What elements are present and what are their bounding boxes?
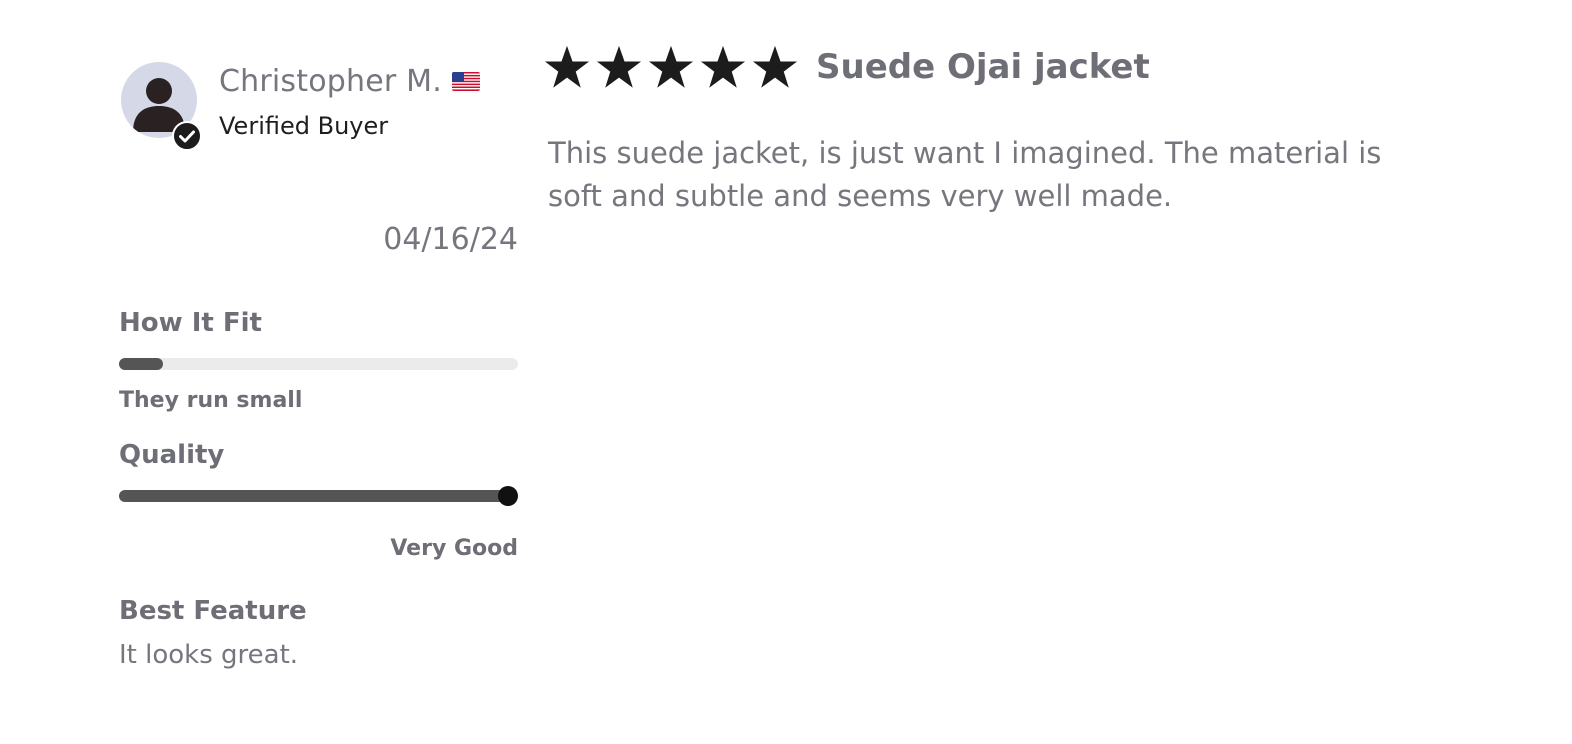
verified-buyer-label: Verified Buyer: [219, 112, 389, 140]
star-icon: [752, 45, 798, 88]
rating-row: Suede Ojai jacket: [544, 44, 1404, 90]
fit-caption: They run small: [119, 388, 303, 413]
check-circle-icon: [172, 121, 202, 151]
review-date: 04/16/24: [383, 222, 518, 257]
quality-caption: Very Good: [390, 536, 518, 561]
reviewer-name-row: Christopher M.: [219, 64, 480, 99]
quality-bar-fill: [119, 490, 512, 502]
review-body: This suede jacket, is just want I imagin…: [548, 136, 1382, 213]
star-icon: [596, 45, 642, 88]
quality-bar-knob: [498, 486, 518, 506]
star-rating: [544, 44, 804, 90]
best-feature-value: It looks great.: [119, 640, 299, 670]
fit-bar: [119, 358, 518, 370]
us-flag-icon: [451, 72, 480, 91]
quality-label: Quality: [119, 440, 225, 470]
best-feature-label: Best Feature: [119, 596, 307, 626]
avatar: [121, 62, 202, 151]
quality-bar: [119, 486, 518, 506]
reviewer-name: Christopher M.: [219, 64, 442, 99]
star-icon: [544, 45, 590, 88]
review-content: Suede Ojai jacket This suede jacket, is …: [544, 44, 1404, 213]
star-icon: [648, 45, 694, 88]
fit-label: How It Fit: [119, 308, 262, 338]
fit-bar-fill: [119, 358, 163, 370]
star-icon: [700, 45, 746, 88]
review-title: Suede Ojai jacket: [816, 47, 1150, 87]
